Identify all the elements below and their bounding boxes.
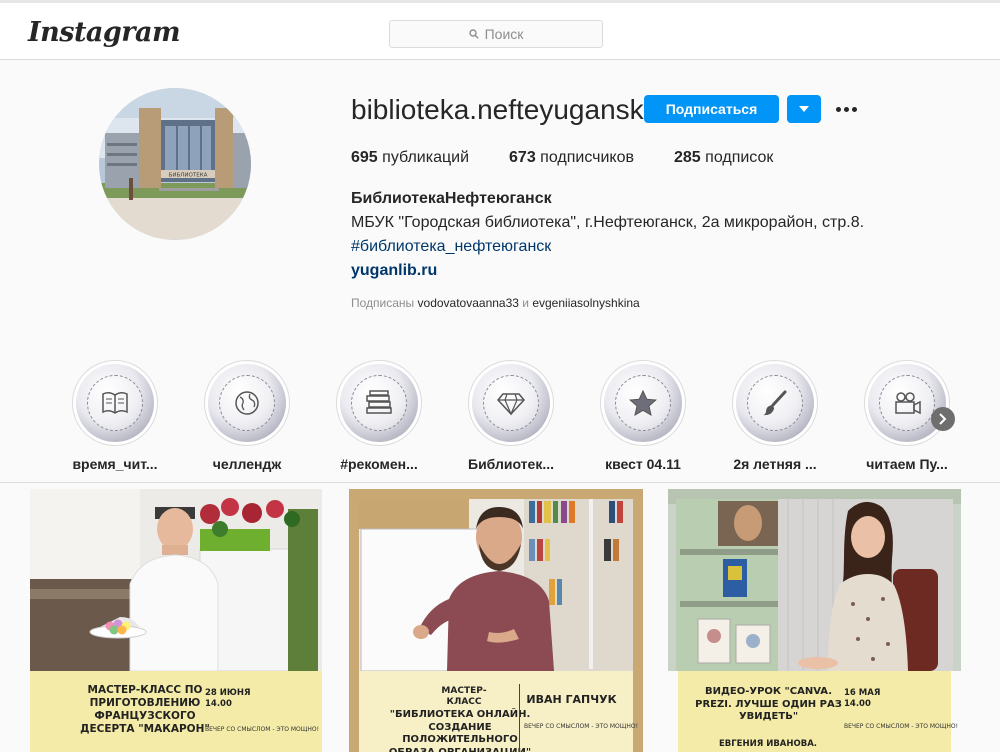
followed-by-user[interactable]: vodovatovaanna33	[418, 296, 519, 310]
dot-icon	[851, 106, 857, 112]
post-date: 28 ИЮНЯ 14.00	[205, 688, 251, 710]
profile-bio: МБУК "Городская библиотека", г.Нефтеюган…	[351, 214, 865, 231]
highlight-label: Библиотек...	[468, 456, 554, 472]
post-tagline: ВЕЧЕР СО СМЫСЛОМ - ЭТО МОЩНО!	[524, 723, 638, 730]
followed-by[interactable]: Подписаны vodovatovaanna33 и evgeniiasol…	[351, 296, 640, 310]
highlights-next-button[interactable]	[931, 407, 955, 431]
posts-count: 695	[351, 149, 378, 166]
post-kicker: МАСТЕР-КЛАСС	[441, 686, 487, 708]
story-highlight[interactable]: челлендж	[197, 360, 297, 472]
top-navigation-bar: Instagram Поиск	[0, 0, 1000, 60]
followers-stat[interactable]: 673 подписчиков	[509, 149, 634, 167]
post-photo-speaker-woman	[668, 489, 961, 671]
follow-button[interactable]: Подписаться	[644, 95, 779, 123]
following-count: 285	[674, 149, 701, 166]
suggested-accounts-dropdown-button[interactable]	[787, 95, 821, 123]
search-placeholder: Поиск	[484, 26, 524, 42]
search-icon	[468, 29, 479, 39]
story-highlight[interactable]: время_чит...	[65, 360, 165, 472]
paintbrush-icon	[763, 390, 787, 416]
profile-avatar[interactable]: БИБЛИОТЕКА	[99, 88, 251, 240]
camera-icon	[895, 392, 921, 415]
posts-label: публикаций	[382, 149, 470, 166]
post-photo-speaker	[349, 489, 643, 672]
caption-divider	[519, 684, 520, 752]
highlight-label: квест 04.11	[605, 456, 681, 472]
highlight-label: челлендж	[212, 456, 282, 472]
post-date: 16 МАЯ 14.00	[844, 688, 880, 710]
books-stack-icon	[366, 390, 392, 414]
following-label: подписок	[705, 149, 774, 166]
globe-icon	[235, 391, 259, 415]
post-speaker-name: ЕВГЕНИЯ ИВАНОВА.	[718, 739, 818, 749]
post-date-day: 28 ИЮНЯ	[205, 688, 251, 698]
profile-website-link[interactable]: yuganlib.ru	[351, 262, 437, 280]
posts-stat: 695 публикаций	[351, 149, 469, 167]
post-photo-chef	[30, 489, 322, 672]
search-input[interactable]: Поиск	[389, 20, 603, 48]
book-icon	[102, 391, 128, 414]
following-stat[interactable]: 285 подписок	[674, 149, 773, 167]
diamond-icon	[497, 393, 525, 416]
post-title: "БИБЛИОТЕКА ОНЛАЙН. СОЗДАНИЕ ПОЛОЖИТЕЛЬН…	[388, 709, 532, 752]
profile-full-name: БиблиотекаНефтеюганск	[351, 190, 552, 207]
post-tagline: ВЕЧЕР СО СМЫСЛОМ - ЭТО МОЩНО!	[205, 726, 319, 733]
story-highlight[interactable]: Библиотек...	[461, 360, 561, 472]
profile-username: biblioteka.nefteyugansk	[351, 94, 644, 125]
post-date-time: 14.00	[844, 699, 871, 710]
post-title: МАСТЕР-КЛАСС ПО ПРИГОТОВЛЕНИЮ ФРАНЦУЗСКО…	[80, 684, 210, 736]
posts-divider	[0, 482, 1000, 483]
followed-by-prefix: Подписаны	[351, 296, 415, 310]
chevron-right-icon	[939, 413, 947, 425]
more-options-button[interactable]	[832, 96, 860, 122]
followed-by-user[interactable]: evgeniiasolnyshkina	[532, 296, 639, 310]
post-thumbnail[interactable]: ВИДЕО-УРОК "CANVA. PREZI. ЛУЧШЕ ОДИН РАЗ…	[668, 489, 961, 752]
post-tagline: ВЕЧЕР СО СМЫСЛОМ - ЭТО МОЩНО!	[844, 723, 958, 730]
followers-count: 673	[509, 149, 536, 166]
post-title: ВИДЕО-УРОК "CANVA. PREZI. ЛУЧШЕ ОДИН РАЗ…	[695, 686, 842, 722]
dot-icon	[843, 106, 849, 112]
followers-label: подписчиков	[540, 149, 634, 166]
star-icon	[628, 389, 658, 417]
profile-stats: 695 публикаций 673 подписчиков 285 подпи…	[351, 149, 773, 167]
post-speaker-name: ИВАН ГАПЧУК	[526, 693, 617, 706]
dot-icon	[835, 106, 841, 112]
bio-hashtag-link[interactable]: #библиотека_нефтеюганск	[351, 238, 551, 256]
caret-down-icon	[799, 106, 809, 112]
instagram-logo[interactable]: Instagram	[28, 17, 181, 48]
highlight-label: #рекомен...	[340, 456, 418, 472]
avatar-building-sign: БИБЛИОТЕКА	[169, 173, 208, 179]
story-highlight[interactable]: 2я летняя ...	[725, 360, 825, 472]
highlight-label: 2я летняя ...	[733, 456, 817, 472]
post-date-time: 14.00	[205, 699, 232, 710]
post-date-day: 16 МАЯ	[844, 688, 881, 698]
post-thumbnail[interactable]: МАСТЕР-КЛАСС ПО ПРИГОТОВЛЕНИЮ ФРАНЦУЗСКО…	[30, 489, 322, 752]
story-highlight[interactable]: #рекомен...	[329, 360, 429, 472]
story-highlight[interactable]: квест 04.11	[593, 360, 693, 472]
post-thumbnail[interactable]: МАСТЕР-КЛАСС "БИБЛИОТЕКА ОНЛАЙН. СОЗДАНИ…	[349, 489, 643, 752]
highlight-label: время_чит...	[72, 456, 158, 472]
followed-by-and: и	[522, 296, 529, 310]
highlight-label: читаем Пу...	[866, 456, 948, 472]
